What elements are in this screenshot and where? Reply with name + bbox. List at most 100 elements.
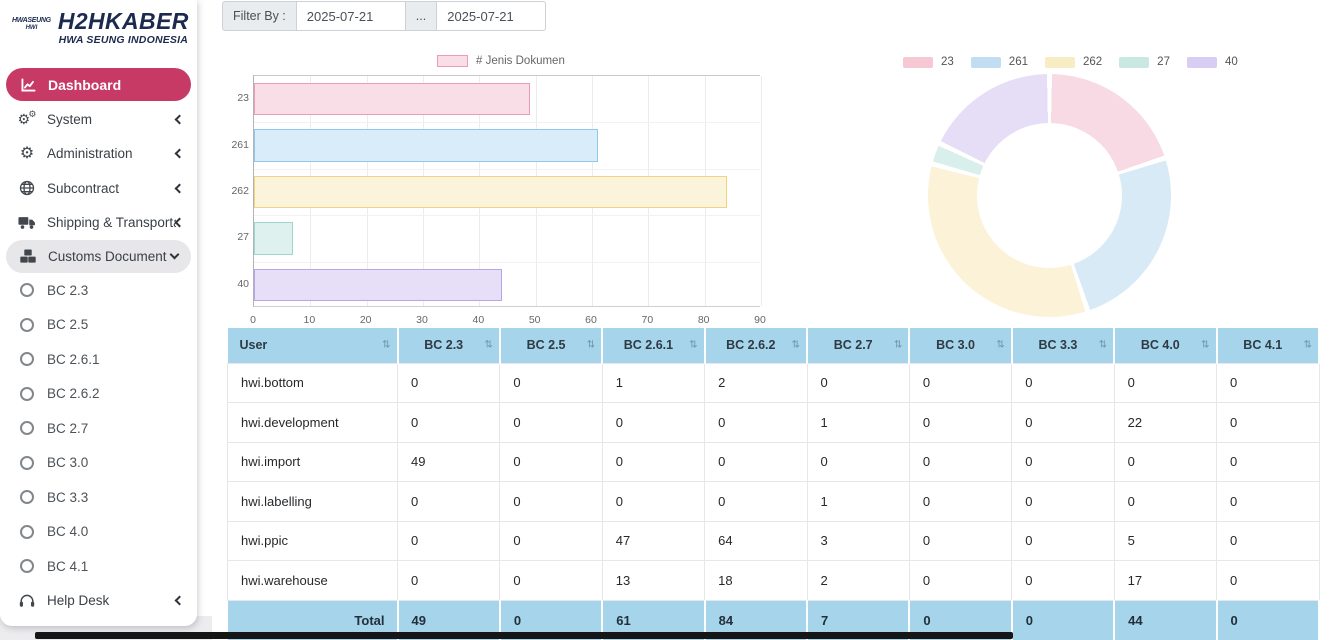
- total-value-cell: 0: [1217, 600, 1320, 640]
- legend-item[interactable]: 23: [903, 56, 954, 68]
- sidebar-item-bc-2-5[interactable]: BC 2.5: [0, 308, 197, 343]
- value-cell: 0: [398, 482, 500, 522]
- sidebar-item-dashboard[interactable]: Dashboard: [6, 68, 191, 101]
- value-cell: 0: [1114, 442, 1216, 482]
- value-cell: 18: [705, 561, 807, 601]
- sort-icon[interactable]: ⇅: [1304, 340, 1312, 351]
- sidebar-item-shipping-transportation[interactable]: Shipping & Transportation: [0, 206, 197, 241]
- sidebar-item-label: BC 2.3: [47, 283, 183, 298]
- sidebar-item-bc-3-0[interactable]: BC 3.0: [0, 446, 197, 481]
- column-header-bc-2-5[interactable]: BC 2.5⇅: [500, 328, 602, 363]
- column-header-label: BC 3.0: [936, 338, 975, 352]
- column-header-bc-4-1[interactable]: BC 4.1 ⇅: [1217, 328, 1320, 363]
- value-cell: 0: [500, 521, 602, 561]
- bar-chart: 2326126227400102030405060708090: [228, 75, 768, 325]
- value-cell: 5: [1114, 521, 1216, 561]
- column-header-bc-2-6-1[interactable]: BC 2.6.1⇅: [602, 328, 704, 363]
- table-row: hwi.development0000100220: [228, 403, 1320, 443]
- table-row: hwi.labelling000010000: [228, 482, 1320, 522]
- legend-label: 27: [1157, 56, 1170, 68]
- logo-text-top: HWASEUNG: [12, 17, 51, 25]
- column-header-bc-2-7[interactable]: BC 2.7⇅: [807, 328, 909, 363]
- doughnut-legend: 23 261 262 27 40: [903, 56, 1255, 68]
- globe-icon: [17, 180, 37, 196]
- column-header-label: BC 2.6.2: [726, 338, 775, 352]
- value-cell: 0: [602, 403, 704, 443]
- bar-chart-legend[interactable]: # Jenis Dokumen: [437, 55, 565, 67]
- legend-item[interactable]: 40: [1187, 56, 1238, 68]
- y-axis-label: 262: [228, 185, 249, 197]
- sidebar-menu: Dashboard⚙⚙System⚙Administration Subcontr…: [0, 68, 197, 618]
- total-value-cell: 0: [1012, 600, 1114, 640]
- sidebar-item-bc-2-6-1[interactable]: BC 2.6.1: [0, 342, 197, 377]
- column-header-bc-3-0[interactable]: BC 3.0 ⇅: [909, 328, 1011, 363]
- sidebar-item-bc-4-0[interactable]: BC 4.0: [0, 515, 197, 550]
- value-cell: 0: [705, 442, 807, 482]
- value-cell: 3: [807, 521, 909, 561]
- value-cell: 0: [1114, 363, 1216, 403]
- value-cell: 0: [807, 363, 909, 403]
- value-cell: 0: [398, 521, 500, 561]
- sort-icon[interactable]: ⇅: [996, 340, 1004, 351]
- sidebar-item-administration[interactable]: ⚙Administration: [0, 137, 197, 172]
- sort-icon[interactable]: ⇅: [689, 340, 697, 351]
- circle-icon: [17, 352, 37, 366]
- legend-swatch: [1045, 57, 1075, 68]
- table-row: hwi.bottom001200000: [228, 363, 1320, 403]
- column-header-bc-2-6-2[interactable]: BC 2.6.2 ⇅: [705, 328, 807, 363]
- sort-icon[interactable]: ⇅: [587, 340, 595, 351]
- column-header-bc-3-3[interactable]: BC 3.3⇅: [1012, 328, 1114, 363]
- user-cell: hwi.warehouse: [228, 561, 398, 601]
- value-cell: 0: [909, 482, 1011, 522]
- sort-icon[interactable]: ⇅: [484, 340, 492, 351]
- bar-segment: [254, 83, 530, 115]
- table-body: hwi.bottom001200000hwi.development000010…: [228, 363, 1320, 600]
- sidebar-item-subcontract[interactable]: Subcontract: [0, 171, 197, 206]
- sort-icon[interactable]: ⇅: [1201, 340, 1209, 351]
- value-cell: 0: [909, 442, 1011, 482]
- value-cell: 17: [1114, 561, 1216, 601]
- value-cell: 0: [1114, 482, 1216, 522]
- sidebar-item-help-desk[interactable]: Help Desk: [0, 584, 197, 619]
- sidebar-item-bc-3-3[interactable]: BC 3.3: [0, 480, 197, 515]
- value-cell: 0: [1217, 482, 1320, 522]
- y-axis-label: 27: [228, 231, 249, 243]
- value-cell: 0: [909, 521, 1011, 561]
- sidebar: HWASEUNG HWI H2HKABER HWA SEUNG INDONESI…: [0, 0, 197, 626]
- column-header-bc-4-0[interactable]: BC 4.0 ⇅: [1114, 328, 1216, 363]
- column-header-label: BC 4.1: [1243, 338, 1282, 352]
- sidebar-item-bc-2-3[interactable]: BC 2.3: [0, 273, 197, 308]
- x-axis-label: 0: [250, 314, 256, 326]
- headset-icon: [17, 594, 37, 608]
- sidebar-item-bc-2-7[interactable]: BC 2.7: [0, 411, 197, 446]
- sort-icon[interactable]: ⇅: [1099, 340, 1107, 351]
- sidebar-item-bc-4-1[interactable]: BC 4.1: [0, 549, 197, 584]
- sidebar-item-label: Subcontract: [47, 181, 176, 196]
- value-cell: 64: [705, 521, 807, 561]
- column-header-label: BC 4.0: [1141, 338, 1180, 352]
- x-axis-label: 10: [303, 314, 315, 326]
- truck-icon: [17, 216, 37, 230]
- horizontal-scrollbar[interactable]: [35, 632, 1013, 639]
- legend-item[interactable]: 262: [1045, 56, 1102, 68]
- value-cell: 0: [1217, 363, 1320, 403]
- column-header-bc-2-3[interactable]: BC 2.3⇅: [398, 328, 500, 363]
- y-axis-label: 40: [228, 278, 249, 290]
- filter-date-to[interactable]: [436, 1, 546, 31]
- sort-icon[interactable]: ⇅: [382, 340, 390, 351]
- boxes-icon: [18, 249, 38, 264]
- legend-item[interactable]: 261: [971, 56, 1028, 68]
- value-cell: 0: [1012, 363, 1114, 403]
- sidebar-item-system[interactable]: ⚙⚙System: [0, 102, 197, 137]
- sidebar-item-label: Shipping & Transportation: [47, 215, 176, 230]
- sidebar-item-bc-2-6-2[interactable]: BC 2.6.2: [0, 377, 197, 412]
- sidebar-item-customs-document[interactable]: Customs Document: [6, 240, 191, 273]
- legend-item[interactable]: 27: [1119, 56, 1170, 68]
- filter-date-from[interactable]: [296, 1, 406, 31]
- circle-icon: [17, 525, 37, 539]
- column-header-user[interactable]: User⇅: [228, 328, 398, 363]
- sort-icon[interactable]: ⇅: [792, 340, 800, 351]
- gear-icon: ⚙: [17, 146, 37, 162]
- value-cell: 2: [807, 561, 909, 601]
- sort-icon[interactable]: ⇅: [894, 340, 902, 351]
